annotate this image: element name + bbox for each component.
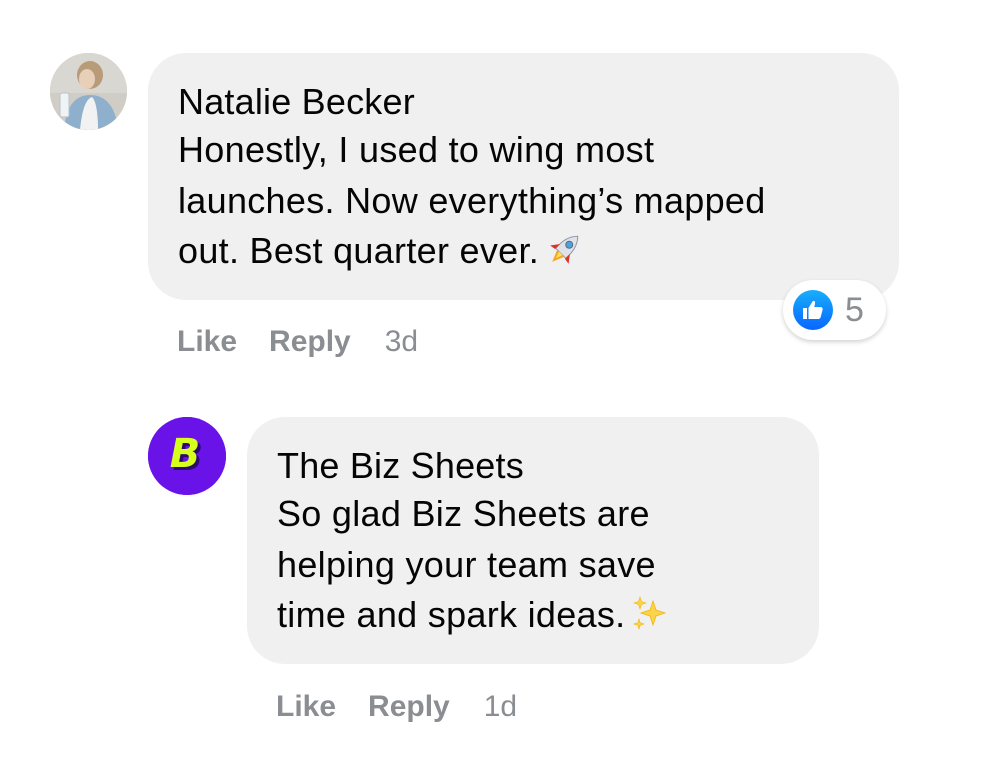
thumbs-up-icon <box>793 290 833 330</box>
comment-line: launches. Now everything’s mapped <box>178 179 766 221</box>
profile-photo <box>50 53 127 130</box>
avatar-natalie-becker[interactable] <box>50 53 127 130</box>
comment-bubble: Natalie Becker Honestly, I used to wing … <box>148 53 899 300</box>
biz-sheets-logo: B B <box>148 417 226 495</box>
comment-author[interactable]: The Biz Sheets <box>277 443 789 489</box>
avatar-the-biz-sheets[interactable]: B B <box>148 417 226 495</box>
reaction-count: 5 <box>845 291 864 329</box>
rocket-icon <box>545 229 585 283</box>
sparkles-icon <box>631 595 669 647</box>
reply-button[interactable]: Reply <box>368 689 450 725</box>
comment-bubble: The Biz Sheets So glad Biz Sheets are he… <box>247 417 819 664</box>
comment-timestamp[interactable]: 1d <box>484 689 517 725</box>
comment-text: So glad Biz Sheets are helping your team… <box>277 489 789 647</box>
like-button[interactable]: Like <box>177 324 237 360</box>
comment-author[interactable]: Natalie Becker <box>178 79 869 125</box>
comment-text: Honestly, I used to wing most launches. … <box>178 125 869 283</box>
comment-line: So glad Biz Sheets are <box>277 493 650 534</box>
comment-line: helping your team save <box>277 543 656 585</box>
logo-letter: B <box>170 431 201 477</box>
comment-line: time and spark ideas. <box>277 594 626 635</box>
reaction-summary[interactable]: 5 <box>783 280 886 340</box>
comment-timestamp[interactable]: 3d <box>385 324 418 360</box>
comment-line: out. Best quarter ever. <box>178 230 540 271</box>
comment-line: Honestly, I used to wing most <box>178 129 655 170</box>
like-button[interactable]: Like <box>276 689 336 725</box>
reply-button[interactable]: Reply <box>269 324 351 360</box>
comment-actions: Like Reply 1d <box>276 689 517 725</box>
comment-actions: Like Reply 3d <box>177 324 418 360</box>
